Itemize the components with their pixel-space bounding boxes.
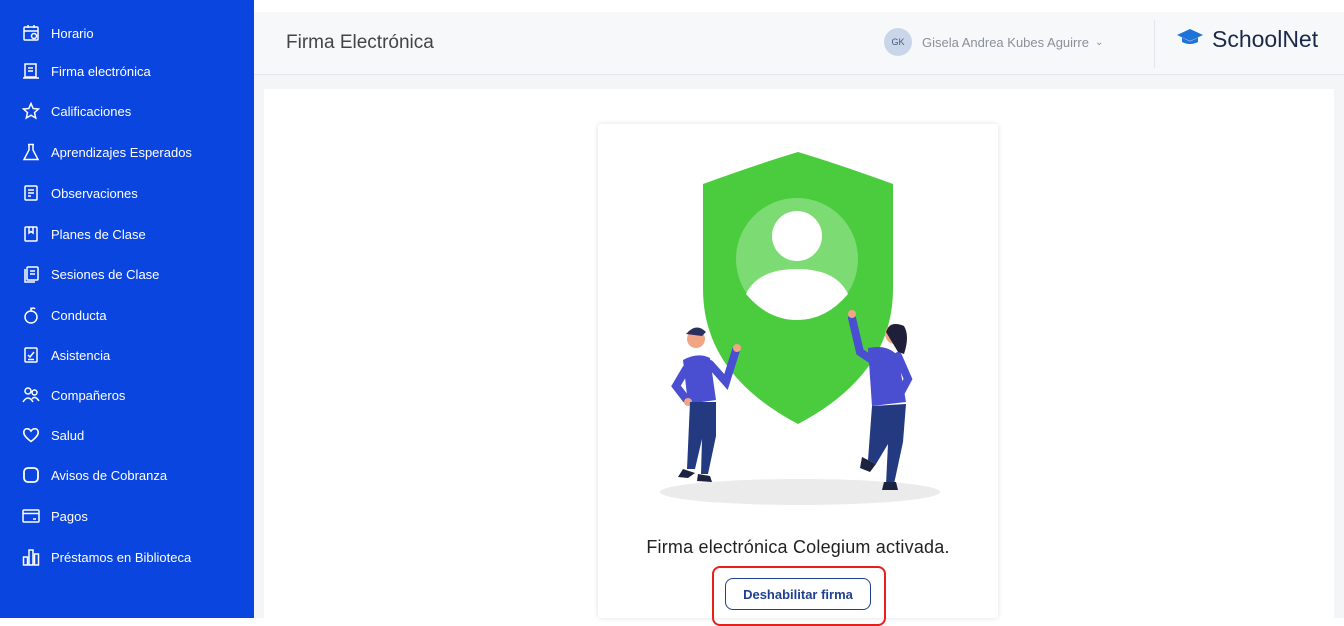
star-icon <box>22 102 40 120</box>
brand-logo: SchoolNet <box>1176 26 1318 53</box>
sidebar-item-label: Aprendizajes Esperados <box>51 144 192 160</box>
sidebar-item-aprendizajes[interactable]: Aprendizajes Esperados <box>22 137 192 167</box>
user-menu[interactable]: GK Gisela Andrea Kubes Aguirre ⌄ <box>884 28 1103 56</box>
sidebar-item-label: Salud <box>51 427 85 443</box>
sidebar-item-salud[interactable]: Salud <box>22 420 84 450</box>
sidebar-item-label: Conducta <box>51 307 107 323</box>
chevron-down-icon: ⌄ <box>1094 36 1104 48</box>
stack-icon <box>22 265 40 283</box>
sidebar: Horario Firma electrónica Calificaciones… <box>0 0 254 618</box>
sidebar-item-firma-electronica[interactable]: Firma electrónica <box>22 56 151 86</box>
sidebar-item-calificaciones[interactable]: Calificaciones <box>22 96 131 126</box>
sidebar-item-planes[interactable]: Planes de Clase <box>22 219 146 249</box>
sidebar-item-label: Observaciones <box>51 185 138 201</box>
checklist-icon <box>22 346 40 364</box>
bars-icon <box>22 548 40 566</box>
sidebar-item-label: Horario <box>51 25 94 41</box>
sidebar-item-label: Asistencia <box>51 347 111 363</box>
sidebar-item-label: Planes de Clase <box>51 226 146 242</box>
sidebar-item-label: Avisos de Cobranza <box>51 467 168 483</box>
heart-icon <box>22 426 40 444</box>
sidebar-item-prestamos[interactable]: Préstamos en Biblioteca <box>22 542 191 572</box>
signature-card: Firma electrónica Colegium activada. Des… <box>598 124 998 618</box>
sidebar-item-pagos[interactable]: Pagos <box>22 501 88 531</box>
flask-icon <box>22 143 40 161</box>
graduation-cap-icon <box>1176 27 1204 52</box>
highlight-box <box>712 566 886 626</box>
sidebar-item-companeros[interactable]: Compañeros <box>22 380 125 410</box>
sidebar-item-horario[interactable]: Horario <box>22 18 94 48</box>
calendar-icon <box>22 24 40 42</box>
sidebar-item-label: Calificaciones <box>51 103 132 119</box>
status-message: Firma electrónica Colegium activada. <box>646 537 950 557</box>
sidebar-item-conducta[interactable]: Conducta <box>22 300 107 330</box>
sidebar-item-asistencia[interactable]: Asistencia <box>22 340 110 370</box>
signature-illustration <box>660 152 940 505</box>
sidebar-item-label: Compañeros <box>51 387 126 403</box>
credit-card-icon <box>22 507 40 525</box>
sidebar-item-sesiones[interactable]: Sesiones de Clase <box>22 259 159 289</box>
sidebar-item-label: Firma electrónica <box>51 63 151 79</box>
users-icon <box>22 386 40 404</box>
square-icon <box>22 466 40 484</box>
top-bar: Firma Electrónica GK Gisela Andrea Kubes… <box>254 12 1344 75</box>
divider <box>1154 20 1155 68</box>
brand-name: SchoolNet <box>1212 26 1319 52</box>
page-title: Firma Electrónica <box>286 32 434 53</box>
sidebar-item-observaciones[interactable]: Observaciones <box>22 178 138 208</box>
document-sign-icon <box>22 62 40 80</box>
notes-icon <box>22 184 40 202</box>
sidebar-item-label: Préstamos en Biblioteca <box>51 549 192 565</box>
book-icon <box>22 225 40 243</box>
avatar: GK <box>884 28 912 56</box>
apple-icon <box>22 306 40 324</box>
sidebar-item-avisos[interactable]: Avisos de Cobranza <box>22 460 167 490</box>
user-name: Gisela Andrea Kubes Aguirre <box>922 34 1089 50</box>
sidebar-item-label: Sesiones de Clase <box>51 266 160 282</box>
sidebar-item-label: Pagos <box>51 508 88 524</box>
